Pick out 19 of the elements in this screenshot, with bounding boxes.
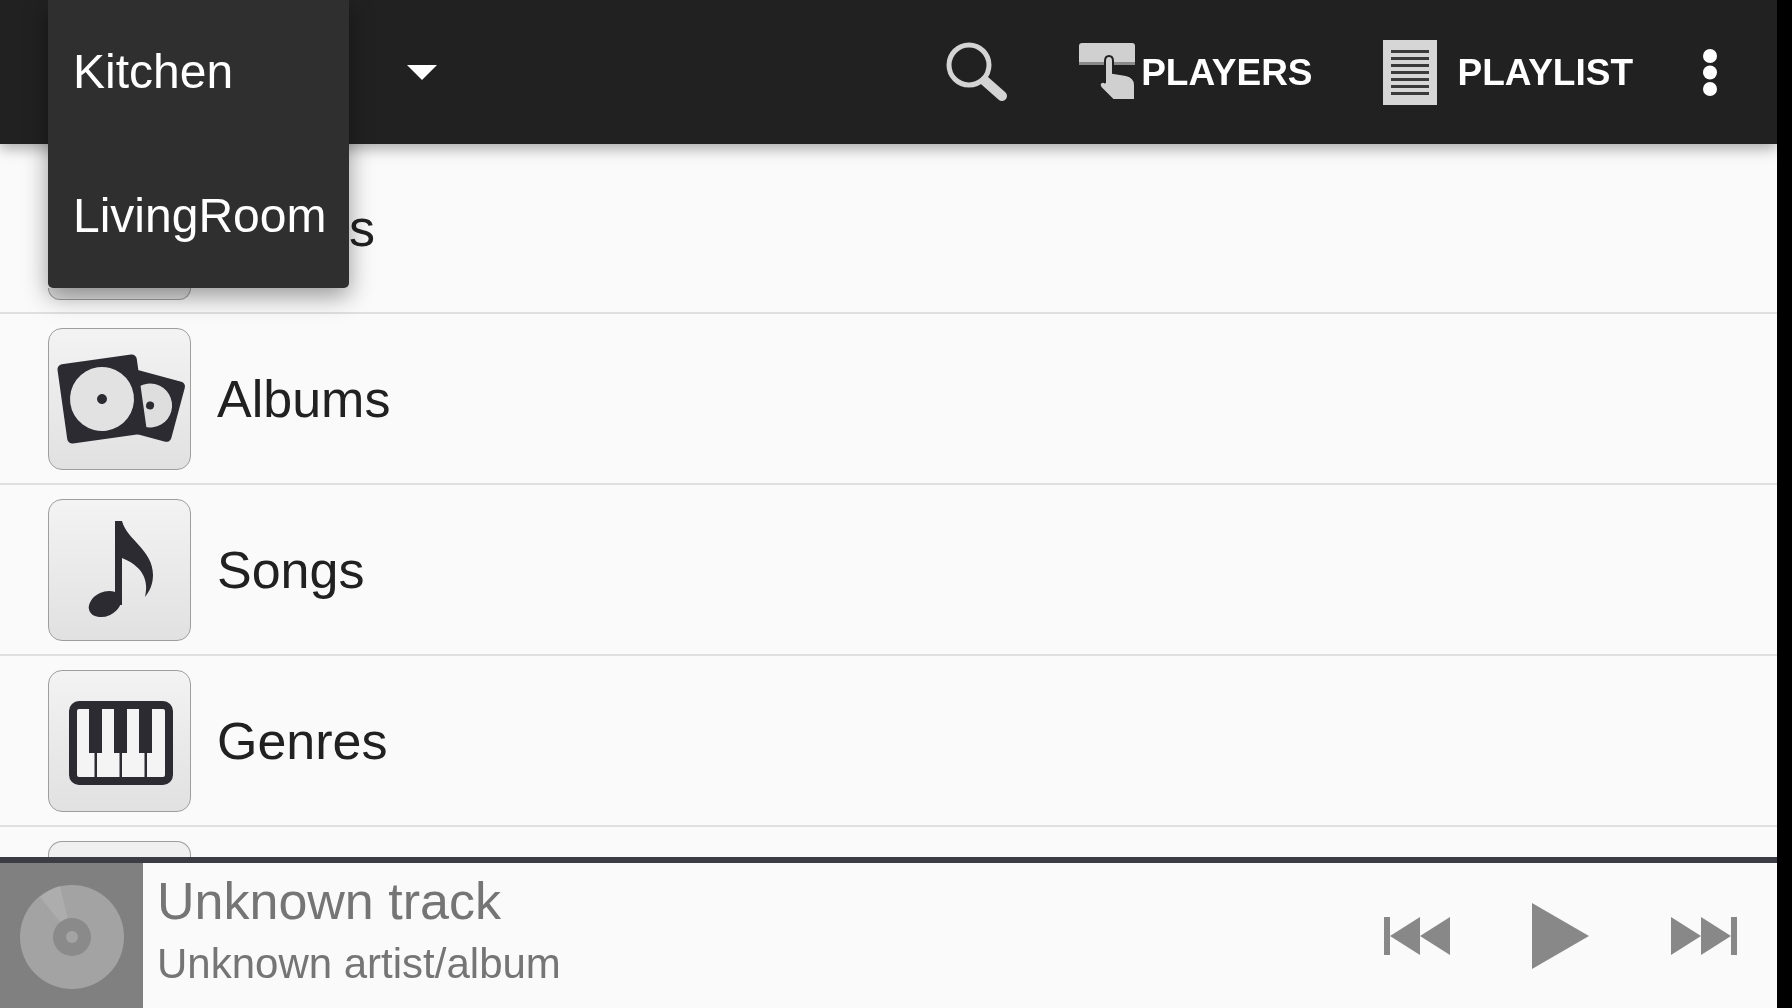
list-item-label: s bbox=[349, 202, 375, 254]
track-subtitle: Unknown artist/album bbox=[157, 939, 561, 989]
music-note-icon bbox=[48, 498, 191, 641]
document-lines-icon bbox=[1382, 39, 1437, 105]
search-icon bbox=[945, 41, 1010, 103]
skip-next-icon bbox=[1671, 916, 1737, 955]
more-options-icon bbox=[1703, 48, 1717, 96]
players-button[interactable]: PLAYERS bbox=[1071, 35, 1321, 109]
dropdown-menu-item[interactable]: Kitchen bbox=[48, 0, 349, 144]
track-title: Unknown track bbox=[157, 871, 502, 931]
skip-previous-icon bbox=[1384, 916, 1450, 955]
hand-remote-icon bbox=[1079, 43, 1138, 101]
piano-keys-icon bbox=[48, 669, 191, 812]
list-item-label: Genres bbox=[217, 714, 388, 767]
albums-icon bbox=[48, 327, 191, 470]
list-item-label: Albums bbox=[217, 372, 391, 425]
playlist-button[interactable]: PLAYLIST bbox=[1374, 31, 1641, 113]
dropdown-menu-item[interactable]: LivingRoom bbox=[48, 144, 349, 288]
dropdown-caret-icon[interactable] bbox=[407, 64, 437, 80]
